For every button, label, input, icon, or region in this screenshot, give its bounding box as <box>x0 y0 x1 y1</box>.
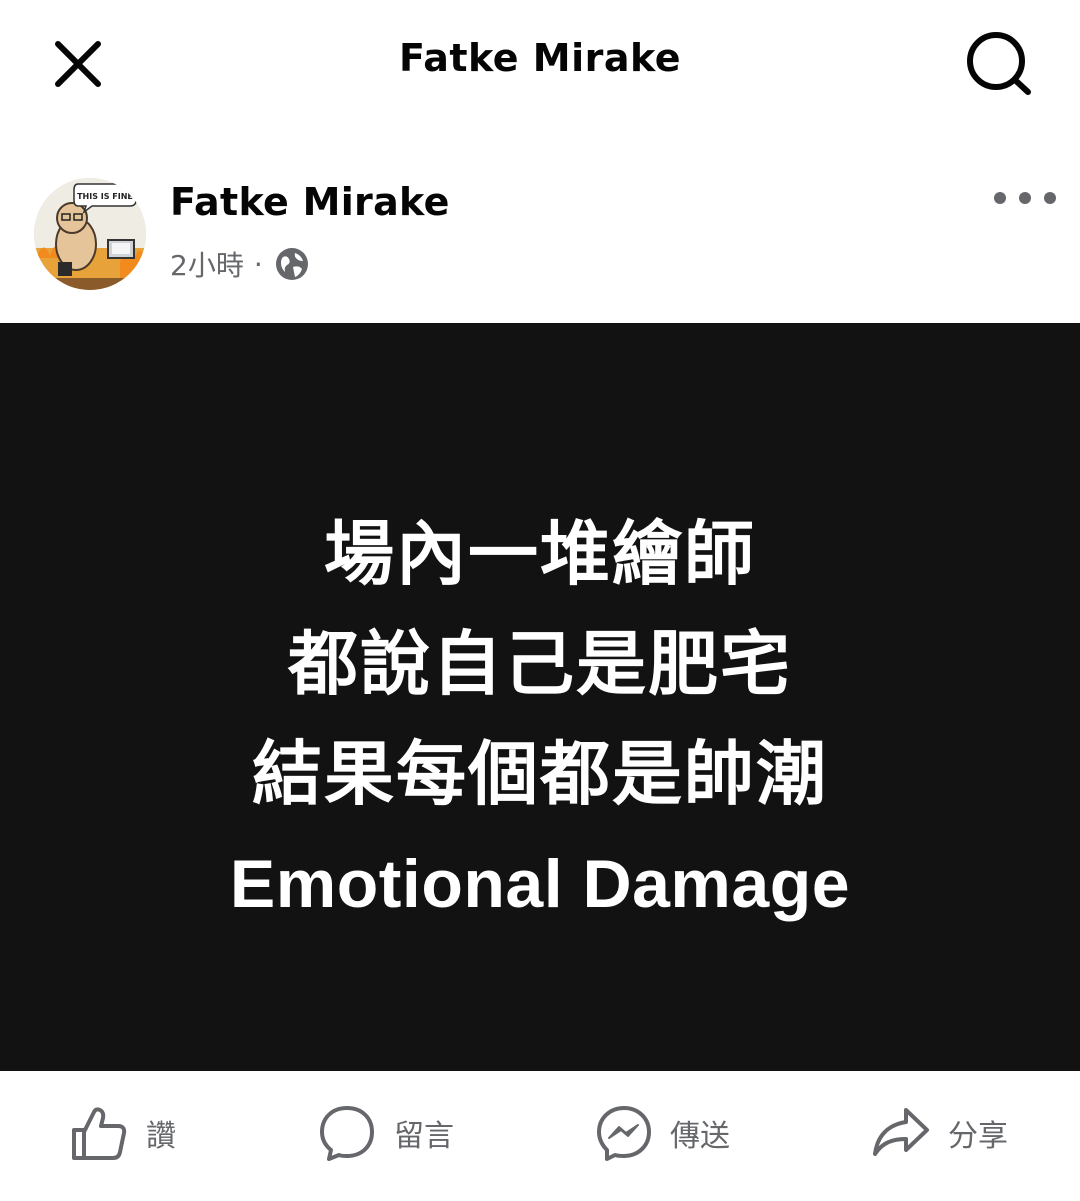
like-button[interactable]: 讚 <box>70 1101 176 1165</box>
image-text-line: 都說自己是肥宅 <box>288 623 792 705</box>
top-bar: Fatke Mirake <box>0 0 1080 128</box>
more-horizontal-icon-dot <box>1044 192 1056 204</box>
avatar[interactable]: THIS IS FINE <box>34 178 146 290</box>
share-label: 分享 <box>948 1119 1008 1154</box>
post-image-text: 場內一堆繪師 都說自己是肥宅 結果每個都是帥潮 Emotional Damage <box>0 499 1080 939</box>
search-button[interactable] <box>962 28 1038 100</box>
search-icon <box>967 32 1031 95</box>
post-time[interactable]: 2小時 <box>170 244 244 284</box>
post-header: THIS IS FINE Fatke Mirake 2小時 · <box>0 168 1080 308</box>
more-horizontal-icon-dot <box>994 192 1006 204</box>
image-text-line: 結果每個都是帥潮 <box>252 733 828 815</box>
page-title: Fatke Mirake <box>398 36 682 80</box>
comment-button[interactable]: 留言 <box>318 1101 454 1165</box>
send-button[interactable]: 傳送 <box>596 1101 730 1165</box>
comment-icon <box>320 1106 374 1161</box>
share-icon <box>873 1108 929 1156</box>
more-horizontal-icon-dot <box>1019 192 1031 204</box>
messenger-icon <box>597 1106 651 1161</box>
post-meta: 2小時 · <box>170 244 309 284</box>
globe-icon <box>275 248 308 280</box>
post-image[interactable]: 場內一堆繪師 都說自己是肥宅 結果每個都是帥潮 Emotional Damage <box>0 323 1080 1071</box>
post-author-name[interactable]: Fatke Mirake <box>170 180 450 224</box>
this-is-fine-avatar-image: THIS IS FINE <box>34 178 146 290</box>
image-text-line: 場內一堆繪師 <box>324 513 756 595</box>
comment-label: 留言 <box>394 1119 454 1154</box>
thumbs-up-icon <box>72 1107 127 1160</box>
share-button[interactable]: 分享 <box>872 1101 1008 1165</box>
svg-text:THIS IS FINE: THIS IS FINE <box>77 192 133 201</box>
post-action-bar: 讚 留言 傳送 分享 <box>0 1071 1080 1201</box>
more-options-button[interactable] <box>994 188 1056 208</box>
image-text-english-line: Emotional Damage <box>229 846 851 922</box>
send-label: 傳送 <box>670 1119 730 1154</box>
like-label: 讚 <box>146 1119 176 1154</box>
meta-separator: · <box>253 247 263 281</box>
